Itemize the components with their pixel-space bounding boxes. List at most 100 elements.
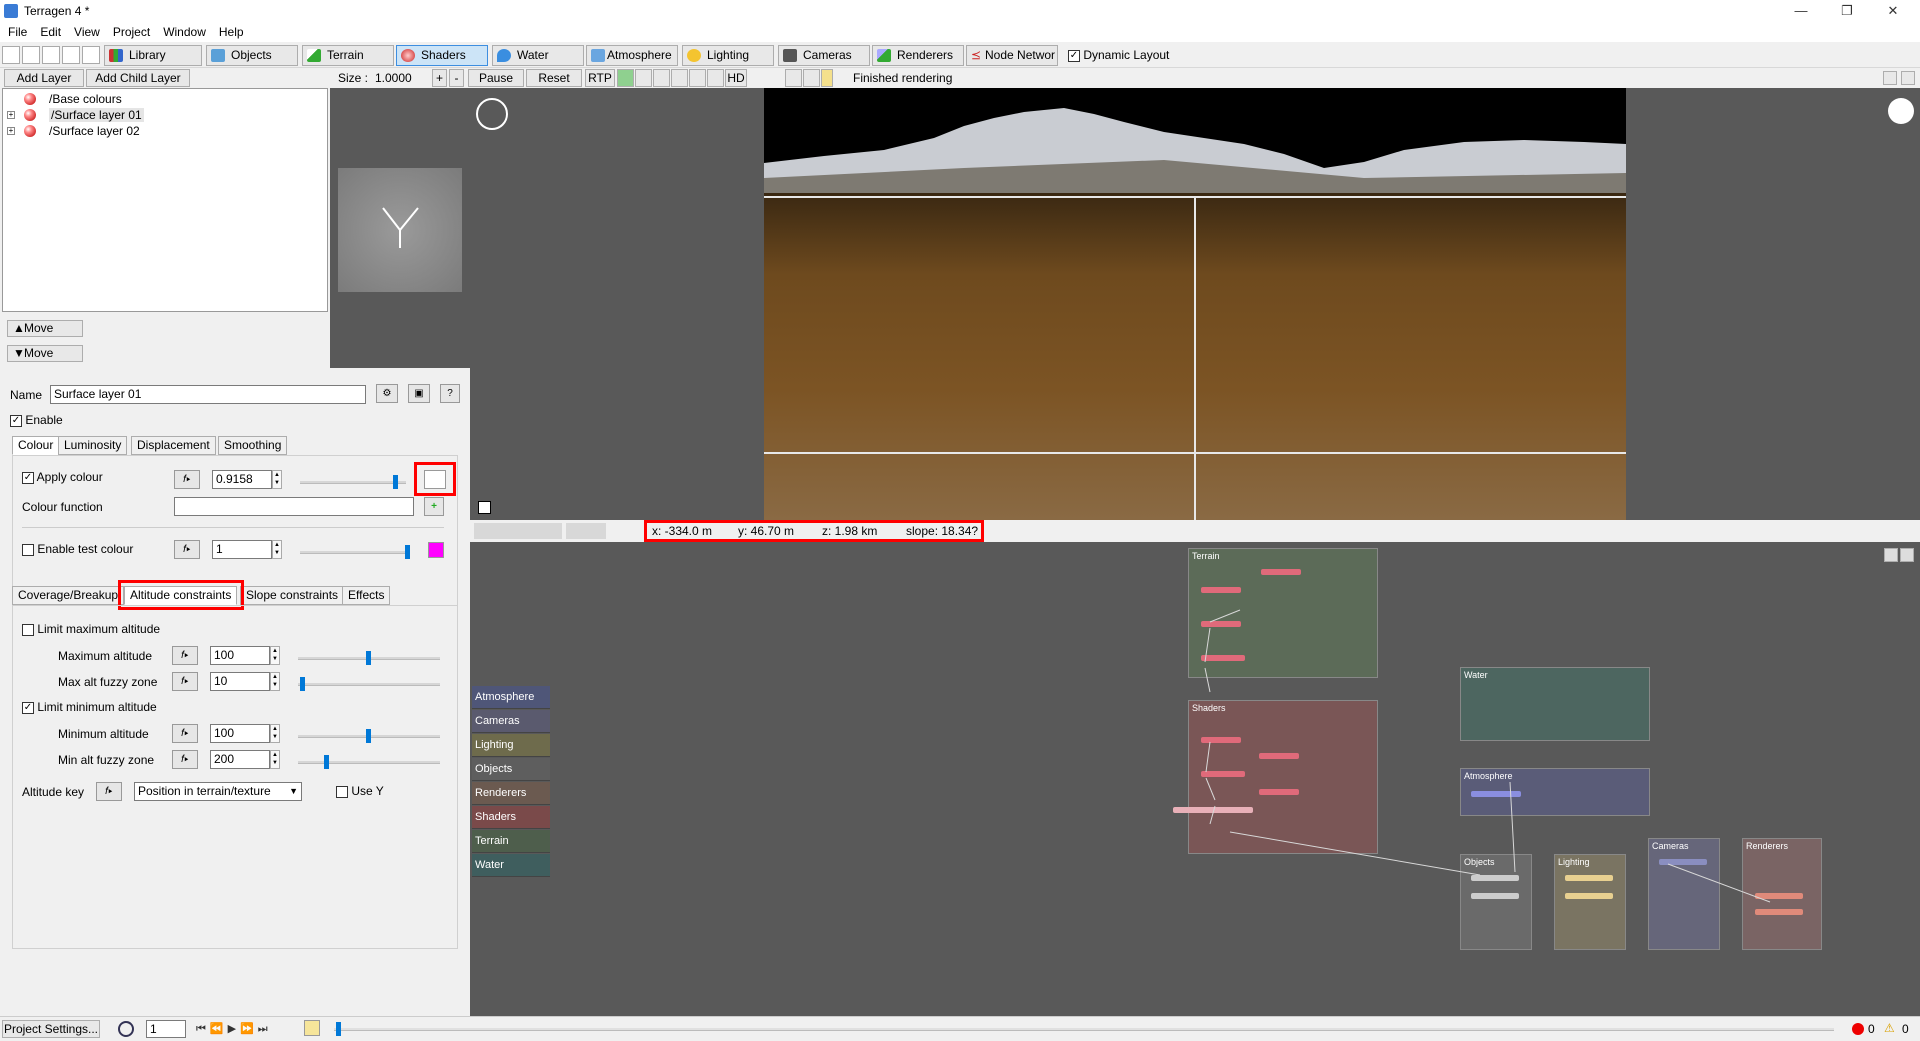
view-terrain-icon[interactable] <box>635 69 652 87</box>
test-colour-swatch[interactable] <box>428 542 444 558</box>
viewport-view-icons[interactable] <box>566 523 606 539</box>
spinner-icon[interactable]: ▲ ▼ <box>272 470 282 489</box>
expand-icon[interactable]: + <box>7 111 15 119</box>
toolbar-renderers[interactable]: Renderers <box>872 45 964 66</box>
slider-thumb[interactable] <box>393 475 398 489</box>
side-label-cameras[interactable]: Cameras <box>472 710 550 733</box>
clock-icon[interactable] <box>118 1021 134 1037</box>
function-icon[interactable]: 𝑓▸ <box>172 646 198 665</box>
toolbar-atmosphere[interactable]: Atmosphere <box>586 45 678 66</box>
toolbar-water[interactable]: Water <box>492 45 584 66</box>
open-folder-icon[interactable] <box>22 46 40 64</box>
layer-tree[interactable]: /Base colours +/Surface layer 01 +/Surfa… <box>2 88 328 312</box>
3d-icon[interactable] <box>82 46 100 64</box>
save-icon[interactable] <box>42 46 60 64</box>
slider-thumb[interactable] <box>324 755 329 769</box>
function-icon[interactable]: 𝑓▸ <box>174 470 200 489</box>
dynamic-layout-checkbox[interactable]: ✓ Dynamic Layout <box>1068 48 1169 62</box>
tab-effects[interactable]: Effects <box>342 586 391 605</box>
tab-luminosity[interactable]: Luminosity <box>58 436 128 455</box>
frame-input[interactable]: 1 <box>146 1020 186 1038</box>
node-network-panel[interactable]: Terrain Water Shaders Atmosphere Objects… <box>470 542 1920 1016</box>
render-icon[interactable] <box>62 46 80 64</box>
menu-project[interactable]: Project <box>105 22 155 39</box>
min-altitude-value[interactable]: 100 <box>210 724 270 743</box>
toolbar-library[interactable]: Library <box>104 45 202 66</box>
view-sphere-icon[interactable] <box>617 69 634 87</box>
menu-window[interactable]: Window <box>155 22 211 39</box>
max-fuzzy-value[interactable]: 10 <box>210 672 270 691</box>
side-label-renderers[interactable]: Renderers <box>472 782 550 805</box>
altitude-key-select[interactable]: Position in terrain/texture ▼ <box>134 782 302 801</box>
gear-icon[interactable]: ⚙ <box>376 384 398 403</box>
slider-thumb[interactable] <box>405 545 410 559</box>
spinner-icon[interactable]: ▲ ▼ <box>270 646 280 665</box>
tab-coverage-breakup[interactable]: Coverage/Breakup <box>12 586 125 605</box>
slider-thumb[interactable] <box>300 677 305 691</box>
view-mode-icon[interactable] <box>478 501 491 514</box>
spinner-icon[interactable]: ▲ ▼ <box>270 672 280 691</box>
enable-checkbox[interactable]: ✓ Enable <box>10 413 63 427</box>
test-colour-slider[interactable] <box>300 545 410 559</box>
toolbar-node-network[interactable]: ⪯ Node Networ <box>966 45 1058 66</box>
pause-button[interactable]: Pause <box>468 69 524 87</box>
tab-slope-constraints[interactable]: Slope constraints <box>240 586 345 605</box>
tab-smoothing[interactable]: Smoothing <box>218 436 288 455</box>
toolbar-terrain[interactable]: Terrain <box>302 45 394 66</box>
menu-file[interactable]: File <box>0 22 32 39</box>
view-object-icon[interactable] <box>689 69 706 87</box>
spinner-icon[interactable]: ▲ ▼ <box>270 750 280 769</box>
enable-test-colour-checkbox[interactable]: Enable test colour <box>22 542 133 556</box>
use-y-checkbox[interactable]: Use Y <box>336 784 384 798</box>
tab-colour[interactable]: Colour <box>12 436 60 455</box>
min-fuzzy-value[interactable]: 200 <box>210 750 270 769</box>
spinner-icon[interactable]: ▲ ▼ <box>270 724 280 743</box>
toolbar-cameras[interactable]: Cameras <box>778 45 870 66</box>
size-plus-button[interactable]: + <box>432 69 447 87</box>
brush-icon[interactable] <box>785 69 802 87</box>
function-icon[interactable]: 𝑓▸ <box>172 672 198 691</box>
side-label-atmosphere[interactable]: Atmosphere <box>472 686 550 709</box>
view-gear-icon[interactable] <box>707 69 724 87</box>
colour-function-input[interactable] <box>174 497 414 516</box>
view-light-icon[interactable] <box>671 69 688 87</box>
project-settings-button[interactable]: Project Settings... <box>2 1020 100 1038</box>
tab-displacement[interactable]: Displacement <box>131 436 216 455</box>
limit-max-altitude-checkbox[interactable]: Limit maximum altitude <box>22 622 160 636</box>
restore-panel-icon[interactable] <box>1883 71 1897 85</box>
close-icon[interactable]: ✕ <box>1870 0 1916 22</box>
function-icon[interactable]: 𝑓▸ <box>172 750 198 769</box>
side-label-terrain[interactable]: Terrain <box>472 830 550 853</box>
slider-thumb[interactable] <box>366 729 371 743</box>
apply-colour-checkbox[interactable]: ✓ Apply colour <box>22 470 103 484</box>
min-fuzzy-slider[interactable] <box>298 755 440 769</box>
apply-colour-value[interactable]: 0.9158 <box>212 470 272 489</box>
sun-position-icon[interactable] <box>1888 98 1914 124</box>
menu-help[interactable]: Help <box>211 22 249 39</box>
size-minus-button[interactable]: - <box>449 69 464 87</box>
move-down-button[interactable]: ▼ Move <box>7 345 83 362</box>
toolbar-shaders[interactable]: Shaders <box>396 45 488 66</box>
side-label-water[interactable]: Water <box>472 854 550 877</box>
close-panel-icon[interactable] <box>1901 71 1915 85</box>
minimize-icon[interactable]: — <box>1778 0 1824 22</box>
frame-settings-icon[interactable] <box>304 1020 320 1036</box>
hd-button[interactable]: HD <box>725 69 747 87</box>
preview-window-icon[interactable]: ▣ <box>408 384 430 403</box>
side-label-lighting[interactable]: Lighting <box>472 734 550 757</box>
playback-controls[interactable]: ⏮⏪▶⏩⏭ <box>196 1022 292 1036</box>
timeline-slider[interactable] <box>334 1022 1834 1036</box>
expand-icon[interactable]: + <box>7 127 15 135</box>
side-label-objects[interactable]: Objects <box>472 758 550 781</box>
lock-icon[interactable] <box>821 69 833 87</box>
test-colour-value[interactable]: 1 <box>212 540 272 559</box>
slider-thumb[interactable] <box>366 651 371 665</box>
max-altitude-slider[interactable] <box>298 651 440 665</box>
apply-colour-slider[interactable] <box>300 475 406 489</box>
add-function-icon[interactable]: + <box>424 497 444 516</box>
add-child-layer-button[interactable]: Add Child Layer <box>86 69 190 87</box>
spinner-icon[interactable]: ▲ ▼ <box>272 540 282 559</box>
new-file-icon[interactable] <box>2 46 20 64</box>
timeline-thumb[interactable] <box>336 1022 341 1036</box>
limit-min-altitude-checkbox[interactable]: ✓ Limit minimum altitude <box>22 700 157 714</box>
